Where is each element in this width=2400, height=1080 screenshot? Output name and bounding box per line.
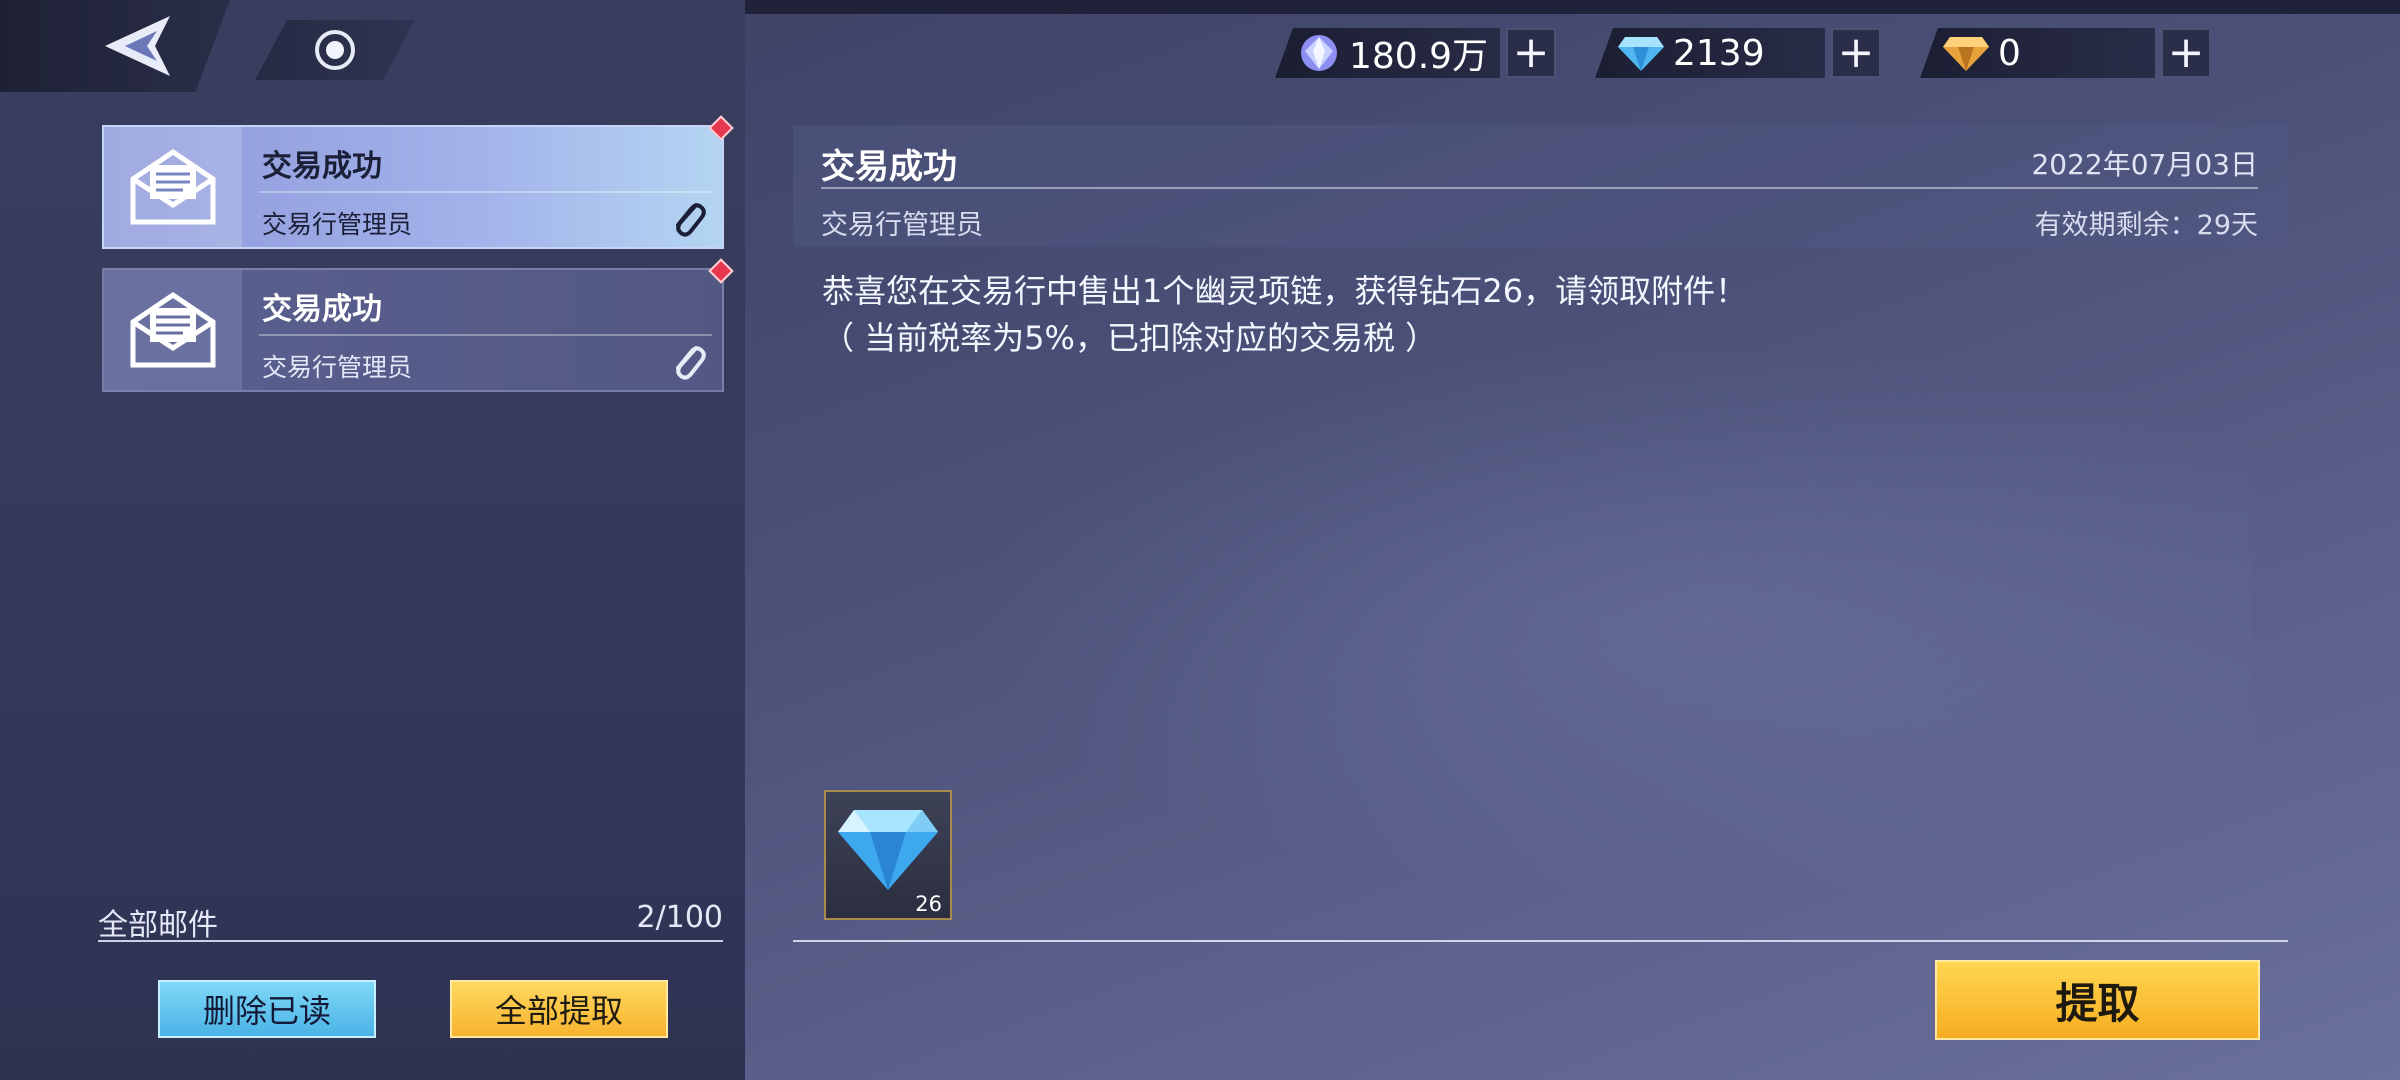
mail-item-sender: 交易行管理员 <box>262 210 413 239</box>
mail-detail-header: 交易成功 2022年07月03日 交易行管理员 有效期剩余：29天 <box>793 125 2288 247</box>
background-decoration <box>850 350 2250 950</box>
back-button[interactable] <box>0 0 230 92</box>
currency-diamond: 2139 + <box>1595 26 1881 80</box>
mail-detail-sender: 交易行管理员 <box>821 210 983 241</box>
mail-expiry: 有效期剩余：29天 <box>2034 210 2258 241</box>
attachment-item[interactable]: 26 <box>824 790 952 920</box>
currency-gold-diamond: 0 + <box>1920 26 2211 80</box>
mail-item-sender: 交易行管理员 <box>262 353 413 382</box>
mail-body-line: （ 当前税率为5%，已扣除对应的交易税 ） <box>822 319 1438 357</box>
header-divider <box>821 187 2258 189</box>
currency-diamond-amount: 2139 <box>1673 32 1765 74</box>
currency-gold-diamond-amount: 0 <box>1998 32 2021 74</box>
envelope-open-icon <box>130 291 216 368</box>
mail-body-line: 恭喜您在交易行中售出1个幽灵项链，获得钻石26，请领取附件！ <box>822 272 1748 310</box>
paperclip-icon <box>676 203 706 237</box>
diamond-icon <box>838 810 938 890</box>
gold-diamond-icon <box>1943 37 1989 71</box>
collect-all-button[interactable]: 全部提取 <box>450 980 668 1038</box>
diamond-icon <box>1618 37 1664 71</box>
mail-list-item[interactable]: 交易成功 交易行管理员 <box>102 115 734 249</box>
back-arrow-icon <box>105 16 170 76</box>
envelope-open-icon <box>130 148 216 225</box>
all-mail-label: 全部邮件 <box>98 908 218 943</box>
mail-item-title: 交易成功 <box>262 149 382 184</box>
currency-crystal-amount: 180.9万 <box>1349 36 1489 77</box>
envelope-icon-box <box>104 127 242 247</box>
mail-body: 恭喜您在交易行中售出1个幽灵项链，获得钻石26，请领取附件！ （ 当前税率为5%… <box>822 268 1747 362</box>
paperclip-icon <box>676 346 706 380</box>
radio-icon <box>315 30 355 70</box>
mail-item-divider <box>259 334 712 336</box>
crystal-orb-icon <box>1301 35 1337 71</box>
envelope-icon-box <box>104 270 242 390</box>
currency-crystal: 180.9万 + <box>1275 26 1556 80</box>
attachment-quantity: 26 <box>915 892 942 916</box>
attachment-divider <box>793 940 2288 942</box>
top-strip <box>745 0 2400 14</box>
delete-read-button[interactable]: 删除已读 <box>158 980 376 1038</box>
add-diamond-button[interactable]: + <box>1831 28 1881 78</box>
mail-item-divider <box>259 191 712 193</box>
collect-button[interactable]: 提取 <box>1935 960 2260 1040</box>
mail-count: 2/100 <box>636 900 723 935</box>
mail-detail-title: 交易成功 <box>821 147 957 187</box>
add-gold-diamond-button[interactable]: + <box>2161 28 2211 78</box>
add-crystal-button[interactable]: + <box>1506 28 1556 78</box>
mail-screen: 180.9万 + 2139 + 0 + 交易成功 交易行管理员 交易成功 交易行… <box>0 0 2400 1080</box>
mail-list-item[interactable]: 交易成功 交易行管理员 <box>102 258 734 392</box>
mail-item-title: 交易成功 <box>262 292 382 327</box>
mail-detail-date: 2022年07月03日 <box>2031 148 2258 181</box>
mail-count-bar: 全部邮件 2/100 <box>98 900 723 943</box>
